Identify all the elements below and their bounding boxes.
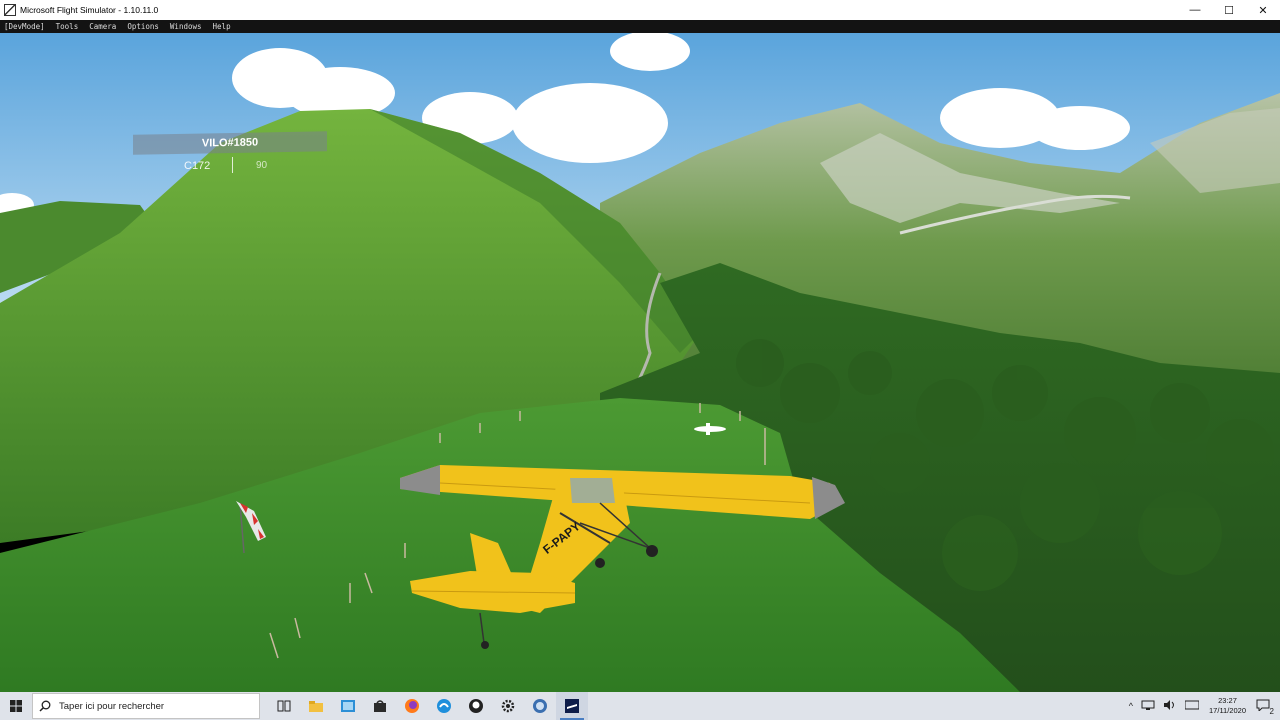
search-icon <box>39 700 51 712</box>
wifi-app-icon[interactable] <box>524 692 556 720</box>
dev-mode-menu-bar: [DevMode] Tools Camera Options Windows H… <box>0 20 1280 33</box>
maximize-button[interactable]: ☐ <box>1212 0 1246 20</box>
window-title: Microsoft Flight Simulator - 1.10.11.0 <box>20 5 159 15</box>
menu-windows[interactable]: Windows <box>170 22 202 31</box>
close-button[interactable]: ✕ <box>1246 0 1280 20</box>
player-aircraft-type: C172 <box>184 160 211 172</box>
network-icon[interactable] <box>1141 700 1155 712</box>
windows-logo-icon <box>10 700 22 712</box>
volume-icon[interactable] <box>1163 700 1177 712</box>
edge-icon[interactable] <box>428 692 460 720</box>
nameplate-divider <box>232 157 233 173</box>
menu-camera[interactable]: Camera <box>89 22 116 31</box>
notification-center-icon[interactable]: 2 <box>1256 699 1274 716</box>
flight-simulator-window: Microsoft Flight Simulator - 1.10.11.0 —… <box>0 0 1280 720</box>
start-button[interactable] <box>0 692 32 720</box>
github-icon[interactable] <box>460 692 492 720</box>
search-placeholder: Taper ici pour rechercher <box>59 700 165 712</box>
windows-taskbar: Taper ici pour rechercher ^ 23:27 17/11/… <box>0 692 1280 720</box>
firefox-icon[interactable] <box>396 692 428 720</box>
taskbar-search-box[interactable]: Taper ici pour rechercher <box>32 693 260 719</box>
task-view-icon[interactable] <box>268 692 300 720</box>
clock-date: 17/11/2020 <box>1209 706 1246 715</box>
app-icon <box>4 4 16 16</box>
menu-help[interactable]: Help <box>213 22 231 31</box>
flight-simulator-icon[interactable] <box>556 692 588 720</box>
menu-devmode[interactable]: [DevMode] <box>4 22 45 31</box>
player-distance: 90 <box>256 160 268 171</box>
menu-tools[interactable]: Tools <box>56 22 79 31</box>
file-explorer-icon[interactable] <box>300 692 332 720</box>
photos-icon[interactable] <box>332 692 364 720</box>
notification-count: 2 <box>1269 707 1274 716</box>
simulator-viewport[interactable]: F-PAPY VILO#1850 C172 90 <box>0 33 1280 692</box>
settings-icon[interactable] <box>492 692 524 720</box>
window-title-bar[interactable]: Microsoft Flight Simulator - 1.10.11.0 —… <box>0 0 1280 20</box>
window-controls: — ☐ ✕ <box>1178 0 1280 20</box>
player-nameplate: VILO#1850 <box>133 131 327 155</box>
scenery <box>0 33 1280 692</box>
system-tray: ^ 23:27 17/11/2020 2 <box>1125 692 1280 720</box>
minimize-button[interactable]: — <box>1178 0 1212 20</box>
store-icon[interactable] <box>364 692 396 720</box>
menu-options[interactable]: Options <box>127 22 159 31</box>
clock-time: 23:27 <box>1218 696 1237 705</box>
keyboard-layout-icon[interactable] <box>1184 700 1200 712</box>
tray-chevron-icon[interactable]: ^ <box>1129 701 1133 711</box>
clock[interactable]: 23:27 17/11/2020 <box>1209 696 1246 716</box>
